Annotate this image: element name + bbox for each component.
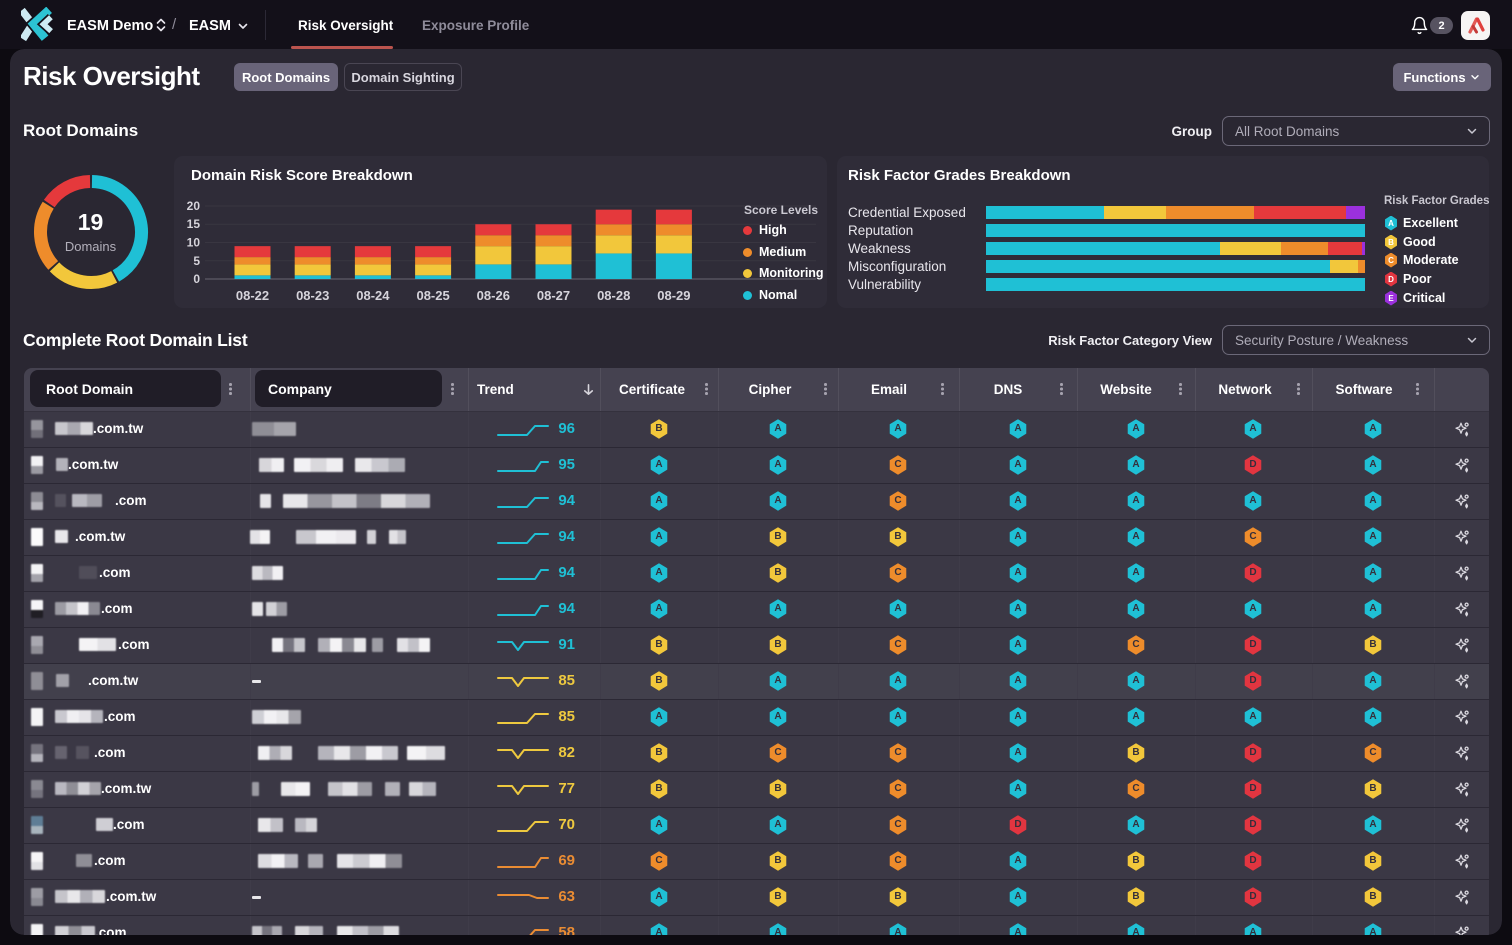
svg-text:5: 5 [193,254,200,268]
svg-text:08-22: 08-22 [236,288,269,303]
svg-text:08-29: 08-29 [657,288,690,303]
svg-text:10: 10 [187,236,201,250]
svg-text:15: 15 [187,217,201,231]
svg-text:0: 0 [193,272,200,286]
svg-text:08-27: 08-27 [537,288,570,303]
svg-text:08-24: 08-24 [356,288,390,303]
svg-text:08-23: 08-23 [296,288,329,303]
svg-text:20: 20 [187,199,201,213]
svg-text:08-26: 08-26 [477,288,510,303]
svg-text:08-25: 08-25 [416,288,449,303]
svg-text:08-28: 08-28 [597,288,630,303]
